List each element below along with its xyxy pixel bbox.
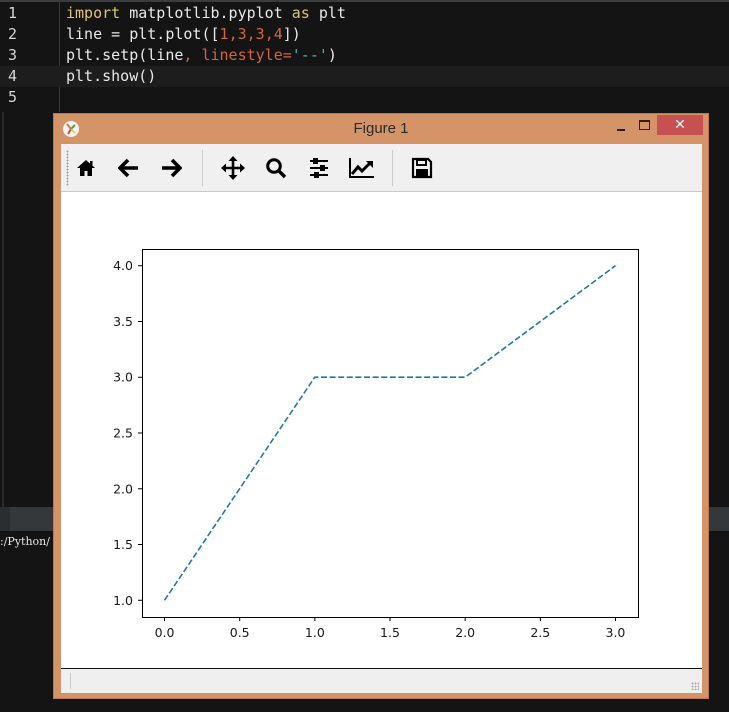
code-token: 3 — [255, 25, 265, 43]
line-number: 1 — [8, 4, 18, 22]
x-tick-label: 0.5 — [230, 625, 250, 640]
code-token: matplotlib.pyplot — [120, 4, 292, 22]
code-token: , linestyle= — [183, 46, 292, 64]
home-icon — [77, 160, 95, 176]
code-token: ) — [327, 46, 337, 64]
figure-canvas[interactable]: 0.0 0.5 1.0 1.5 2.0 2.5 3.0 1.0 1.5 2.0 2.5 3.0 3.5 4… — [61, 192, 702, 668]
code-token: plt.setp(line — [66, 46, 184, 64]
resize-grip[interactable] — [691, 682, 699, 690]
move-icon — [221, 156, 245, 180]
back-button[interactable] — [114, 153, 144, 183]
close-icon: ✕ — [674, 117, 686, 133]
magnifier-icon — [266, 158, 287, 179]
x-tick-label: 2.0 — [455, 625, 475, 640]
y-tick-label: 1.5 — [113, 537, 133, 552]
console-panel-tab[interactable] — [0, 507, 10, 531]
y-tick-label: 3.0 — [113, 370, 133, 385]
x-tick-label: 2.5 — [530, 625, 550, 640]
line-number: 3 — [8, 46, 18, 64]
configure-subplots-button[interactable] — [304, 153, 334, 183]
line-number: 5 — [8, 88, 18, 106]
line-number: 4 — [8, 67, 18, 85]
code-token: plt.show() — [66, 67, 157, 85]
navigation-toolbar — [61, 144, 702, 192]
x-tick-label: 1.0 — [305, 625, 325, 640]
code-token: , — [246, 25, 256, 43]
code-token: 4 — [273, 25, 283, 43]
sliders-icon — [310, 158, 328, 178]
toolbar-separator — [202, 150, 203, 186]
code-text: import matplotlib.pyplot as plt — [66, 3, 346, 24]
code-token: ]) — [282, 25, 301, 43]
window-titlebar[interactable]: Figure 1 ✕ — [54, 114, 708, 144]
line-plot[interactable]: 0.0 0.5 1.0 1.5 2.0 2.5 3.0 1.0 1.5 2.0 2.5 3.0 3.5 4… — [61, 192, 702, 668]
editor-left-edge — [2, 112, 4, 507]
minimize-button[interactable] — [612, 118, 634, 138]
zoom-button[interactable] — [261, 153, 291, 183]
y-tick-label: 2.0 — [113, 481, 133, 496]
forward-button[interactable] — [156, 153, 186, 183]
code-token: import — [66, 4, 121, 22]
code-line[interactable]: 2 line = plt.plot([1,3,3,4]) — [0, 24, 729, 45]
floppy-disk-icon — [411, 157, 433, 179]
code-line[interactable]: 1 import matplotlib.pyplot as plt — [0, 3, 729, 24]
console-output: :/Python/ — [0, 535, 50, 548]
x-tick-label: 1.5 — [380, 625, 400, 640]
code-text: plt.setp(line, linestyle='--') — [66, 45, 337, 66]
code-token: , — [228, 25, 238, 43]
save-button[interactable] — [407, 153, 437, 183]
code-line[interactable]: 3 plt.setp(line, linestyle='--') — [0, 45, 729, 66]
figure-window: Figure 1 ✕ 0.0 0.5 1.0 1.5 2.0 2.5 3.0 1… — [53, 113, 709, 699]
status-bar-separator — [70, 673, 71, 689]
code-token: '--' — [291, 46, 328, 64]
close-button[interactable]: ✕ — [657, 115, 703, 135]
code-token: line = plt.plot([ — [66, 25, 220, 43]
code-text: plt.show() — [66, 66, 156, 87]
toolbar-separator — [392, 150, 393, 186]
code-token: 3 — [237, 25, 247, 43]
pan-button[interactable] — [218, 153, 248, 183]
y-tick-label: 1.0 — [113, 593, 133, 608]
chart-line-icon — [349, 158, 374, 178]
x-tick-label: 0.0 — [155, 625, 175, 640]
y-tick-label: 2.5 — [113, 426, 133, 441]
status-bar — [61, 668, 702, 693]
maximize-button[interactable] — [634, 118, 656, 138]
code-line[interactable]: 5 — [0, 87, 729, 108]
x-tick-label: 3.0 — [606, 625, 626, 640]
toolbar-grip-handle[interactable] — [66, 150, 69, 186]
code-token: as — [291, 4, 310, 22]
code-token: , — [264, 25, 274, 43]
edit-axis-button[interactable] — [347, 153, 377, 183]
code-token: 1 — [219, 25, 229, 43]
line-number: 2 — [8, 25, 18, 43]
code-text: line = plt.plot([1,3,3,4]) — [66, 24, 301, 45]
arrow-left-icon — [118, 158, 138, 178]
figure-client-area: 0.0 0.5 1.0 1.5 2.0 2.5 3.0 1.0 1.5 2.0 2.5 3.0 3.5 4… — [61, 144, 702, 693]
code-token: plt — [309, 4, 346, 22]
editor-top-border — [0, 0, 729, 2]
y-tick-label: 4.0 — [113, 258, 133, 273]
y-tick-label: 3.5 — [113, 314, 133, 329]
home-button[interactable] — [71, 153, 101, 183]
code-line[interactable]: 4 plt.show() — [0, 66, 729, 87]
window-title: Figure 1 — [353, 120, 409, 137]
arrow-right-icon — [162, 158, 182, 178]
